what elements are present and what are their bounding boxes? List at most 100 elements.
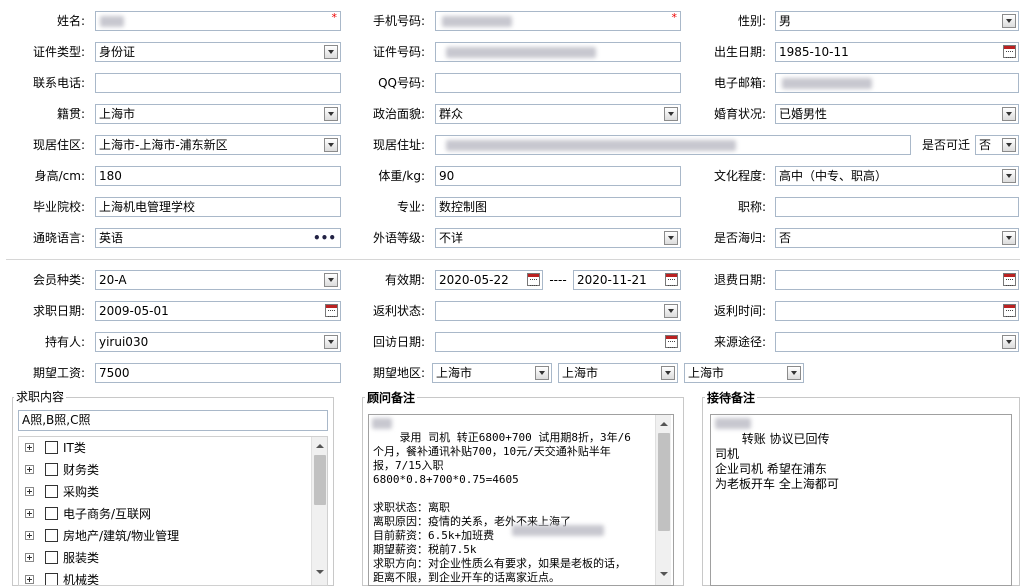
- relocate-select[interactable]: 否: [975, 135, 1019, 155]
- scroll-down-icon[interactable]: [312, 565, 327, 579]
- calendar-icon[interactable]: [1003, 304, 1016, 317]
- holder-value: yirui030: [99, 335, 149, 349]
- email-field[interactable]: [775, 73, 1019, 93]
- section-divider: [6, 259, 1020, 260]
- chevron-down-icon[interactable]: [664, 304, 678, 318]
- advisor-notes-scrollbar[interactable]: [655, 415, 671, 585]
- qq-label: QQ号码:: [378, 76, 425, 90]
- scroll-thumb[interactable]: [658, 433, 670, 531]
- major-field[interactable]: 数控制图: [435, 197, 681, 217]
- redacted-name: [372, 418, 392, 429]
- language-label: 通晓语言:: [32, 231, 85, 245]
- overseas-select[interactable]: 否: [775, 228, 1019, 248]
- language-field[interactable]: 英语 •••: [95, 228, 341, 248]
- chevron-down-icon[interactable]: [1002, 169, 1016, 183]
- residence-select[interactable]: 上海市-上海市-浦东新区: [95, 135, 341, 155]
- redacted-name: [100, 16, 124, 27]
- chevron-down-icon[interactable]: [1002, 138, 1016, 152]
- expand-icon[interactable]: [25, 509, 34, 518]
- expand-icon[interactable]: [25, 465, 34, 474]
- weight-field[interactable]: 90: [435, 166, 681, 186]
- chevron-down-icon[interactable]: [535, 366, 549, 380]
- expand-icon[interactable]: [25, 443, 34, 452]
- expand-icon[interactable]: [25, 575, 34, 584]
- tree-label: 财务类: [63, 463, 100, 477]
- native-select[interactable]: 上海市: [95, 104, 341, 124]
- expand-icon[interactable]: [25, 553, 34, 562]
- tree-label: 电子商务/互联网: [63, 507, 152, 521]
- scroll-up-icon[interactable]: [656, 417, 672, 431]
- foreign-level-select[interactable]: 不详: [435, 228, 681, 248]
- chevron-down-icon[interactable]: [661, 366, 675, 380]
- overseas-value: 否: [779, 231, 792, 245]
- chevron-down-icon[interactable]: [1002, 231, 1016, 245]
- birth-date-field[interactable]: 1985-10-11: [775, 42, 1019, 62]
- region-province-select[interactable]: 上海市: [432, 363, 552, 383]
- education-select[interactable]: 高中（中专、职高）: [775, 166, 1019, 186]
- checkbox[interactable]: [45, 463, 58, 476]
- region-city-select[interactable]: 上海市: [558, 363, 678, 383]
- marital-select[interactable]: 已婚男性: [775, 104, 1019, 124]
- source-select[interactable]: [775, 332, 1019, 352]
- salary-field[interactable]: 7500: [95, 363, 341, 383]
- refund-date-field[interactable]: [775, 270, 1019, 290]
- calendar-icon[interactable]: [665, 335, 678, 348]
- valid-label: 有效期:: [384, 273, 425, 287]
- school-field[interactable]: 上海机电管理学校: [95, 197, 341, 217]
- gender-select[interactable]: 男: [775, 11, 1019, 31]
- advisor-notes-textarea[interactable]: 录用 司机 转正6800+700 试用期8折，3年/6 个月，餐补通讯补贴700…: [368, 414, 674, 586]
- scroll-thumb[interactable]: [314, 455, 326, 505]
- holder-select[interactable]: yirui030: [95, 332, 341, 352]
- id-number-label: 证件号码:: [372, 45, 425, 59]
- id-number-field[interactable]: [435, 42, 681, 62]
- reception-notes-textarea[interactable]: 转账 协议已回传 司机 企业司机 希望在浦东 为老板开车 全上海都可: [710, 414, 1012, 586]
- member-type-select[interactable]: 20-A: [95, 270, 341, 290]
- valid-range-separator: ----: [549, 273, 567, 287]
- chevron-down-icon[interactable]: [1002, 107, 1016, 121]
- calendar-icon[interactable]: [1003, 273, 1016, 286]
- mobile-field[interactable]: *: [435, 11, 681, 31]
- checkbox[interactable]: [45, 441, 58, 454]
- checkbox[interactable]: [45, 485, 58, 498]
- region-district-select[interactable]: 上海市: [684, 363, 804, 383]
- scroll-up-icon[interactable]: [312, 439, 327, 453]
- checkbox[interactable]: [45, 551, 58, 564]
- id-type-select[interactable]: 身份证: [95, 42, 341, 62]
- calendar-icon[interactable]: [527, 273, 540, 286]
- checkbox[interactable]: [45, 507, 58, 520]
- scroll-down-icon[interactable]: [656, 567, 672, 581]
- phone-field[interactable]: [95, 73, 341, 93]
- visit-date-field[interactable]: [435, 332, 681, 352]
- chevron-down-icon[interactable]: [787, 366, 801, 380]
- residence-value: 上海市-上海市-浦东新区: [99, 138, 228, 152]
- expand-icon[interactable]: [25, 531, 34, 540]
- marital-value: 已婚男性: [779, 107, 828, 121]
- political-select[interactable]: 群众: [435, 104, 681, 124]
- name-field[interactable]: *: [95, 11, 341, 31]
- tree-scrollbar[interactable]: [311, 437, 327, 585]
- chevron-down-icon[interactable]: [1002, 335, 1016, 349]
- valid-to-field[interactable]: 2020-11-21: [573, 270, 681, 290]
- job-date-field[interactable]: 2009-05-01: [95, 301, 341, 321]
- checkbox[interactable]: [45, 529, 58, 542]
- calendar-icon[interactable]: [1003, 45, 1016, 58]
- expand-icon[interactable]: [25, 487, 34, 496]
- rebate-status-select[interactable]: [435, 301, 681, 321]
- chevron-down-icon[interactable]: [664, 231, 678, 245]
- major-value: 数控制图: [439, 200, 488, 214]
- checkbox[interactable]: [45, 573, 58, 585]
- tree-label: 机械类: [63, 573, 100, 586]
- title-field[interactable]: [775, 197, 1019, 217]
- chevron-down-icon[interactable]: [1002, 14, 1016, 28]
- rebate-time-field[interactable]: [775, 301, 1019, 321]
- address-field[interactable]: [435, 135, 911, 155]
- height-field[interactable]: 180: [95, 166, 341, 186]
- chevron-down-icon[interactable]: [664, 107, 678, 121]
- valid-from-field[interactable]: 2020-05-22: [435, 270, 543, 290]
- qq-field[interactable]: [435, 73, 681, 93]
- job-category-tree[interactable]: IT类 财务类 采购类 电子商务/互联网 房地产/建筑/物业管理 服装类 机械类: [18, 436, 328, 586]
- job-content-summary[interactable]: A照,B照,C照: [18, 410, 328, 431]
- redacted-text: [512, 525, 604, 536]
- region-district-value: 上海市: [688, 366, 725, 380]
- calendar-icon[interactable]: [665, 273, 678, 286]
